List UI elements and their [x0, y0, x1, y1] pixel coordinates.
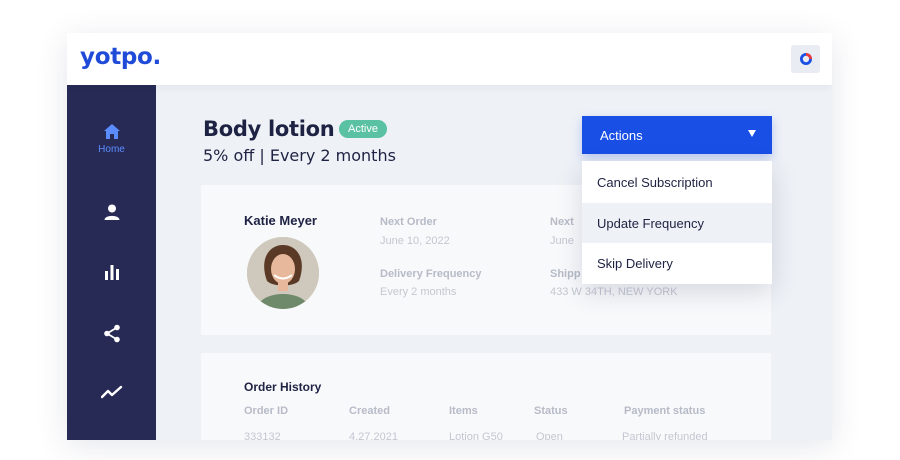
next-order-value: June 10, 2022 [380, 235, 450, 247]
customer-name: Katie Meyer [244, 213, 317, 228]
actions-menu: Cancel Subscription Update Frequency Ski… [582, 161, 772, 284]
order-id-cell[interactable]: 333132 [244, 431, 281, 440]
column-header: Status [534, 405, 568, 417]
next-order-label: Next Order [380, 216, 437, 228]
status-badge: Active [339, 120, 387, 138]
column-header: Created [349, 405, 390, 417]
page-title: Body lotion [203, 117, 335, 141]
next-label: Next [550, 216, 574, 228]
subscription-summary: 5% off | Every 2 months [203, 146, 396, 165]
order-history-card: Order History Order ID Created Items Sta… [201, 353, 771, 440]
column-header: Items [449, 405, 478, 417]
brand-menu-button[interactable] [791, 45, 820, 73]
payment-status-cell: Partially refunded [622, 431, 708, 440]
bar-chart-icon [104, 265, 119, 280]
delivery-frequency-label: Delivery Frequency [380, 268, 482, 280]
created-cell: 4.27.2021 [349, 431, 398, 440]
app-window: yotpo. Home Body lotion Active 5% off | … [67, 33, 832, 440]
actions-label: Actions [600, 127, 643, 143]
share-icon [103, 324, 120, 343]
sidebar-item-share[interactable] [67, 324, 156, 343]
skip-delivery-menu-item[interactable]: Skip Delivery [582, 243, 772, 283]
shipping-label: Shipp [550, 268, 581, 280]
yotpo-logo[interactable]: yotpo. [80, 44, 161, 70]
home-icon [103, 124, 120, 139]
sidebar-item-home[interactable]: Home [67, 123, 156, 155]
user-icon [104, 204, 119, 220]
ring-logo-icon [799, 53, 812, 65]
sidebar: Home [67, 85, 156, 440]
column-header: Payment status [624, 405, 706, 417]
sidebar-item-label: Home [98, 144, 125, 155]
cancel-subscription-menu-item[interactable]: Cancel Subscription [582, 162, 772, 202]
sidebar-item-analytics[interactable] [67, 264, 156, 280]
actions-dropdown-button[interactable]: Actions [582, 116, 772, 154]
trend-icon [100, 385, 122, 399]
order-history-title: Order History [244, 380, 322, 394]
sidebar-item-user[interactable] [67, 204, 156, 220]
shipping-address: 433 W 34TH, NEW YORK [550, 286, 678, 298]
top-bar: yotpo. [67, 33, 832, 85]
next-value: June [550, 235, 574, 247]
caret-down-icon [748, 130, 756, 137]
avatar [247, 237, 319, 309]
delivery-frequency-value: Every 2 months [380, 286, 457, 298]
items-cell: Lotion G50 [449, 431, 503, 440]
status-cell: Open [536, 431, 563, 440]
update-frequency-menu-item[interactable]: Update Frequency [582, 203, 772, 243]
sidebar-item-trends[interactable] [67, 385, 156, 399]
column-header: Order ID [244, 405, 289, 417]
